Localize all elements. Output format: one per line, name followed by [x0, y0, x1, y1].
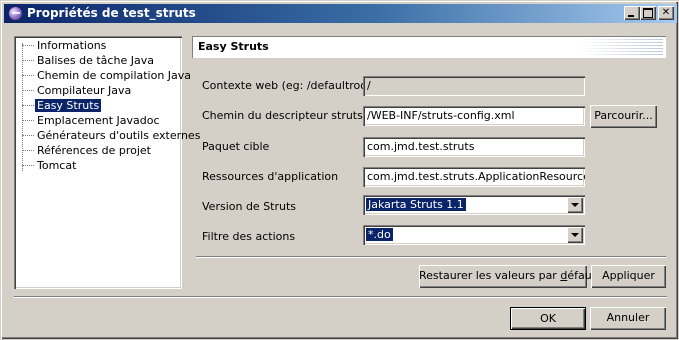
package-input[interactable]: com.jmd.test.struts: [363, 137, 585, 157]
maximize-button[interactable]: [640, 6, 656, 20]
resources-input[interactable]: com.jmd.test.struts.ApplicationResources: [363, 167, 585, 187]
tree-item-label: Tomcat: [37, 159, 77, 172]
tree-item-label: Informations: [37, 39, 107, 52]
minimize-button[interactable]: [624, 6, 640, 20]
package-label: Paquet cible: [202, 140, 270, 153]
tree-item-label: Références de projet: [37, 144, 151, 157]
chevron-down-icon[interactable]: [567, 197, 583, 213]
tree-item-label: Compilateur Java: [37, 84, 132, 97]
descriptor-path-label: Chemin du descripteur struts: [202, 109, 363, 122]
close-button[interactable]: ✕: [658, 6, 674, 20]
tree-item-label: Balises de tâche Java: [37, 54, 154, 67]
descriptor-path-input[interactable]: /WEB-INF/struts-config.xml: [363, 106, 585, 126]
properties-dialog: Propriétés de test_struts ✕ Informations…: [0, 0, 679, 340]
restore-defaults-button[interactable]: Restaurer les valeurs par défaut: [419, 265, 596, 288]
action-filter-value: *.do: [366, 228, 393, 241]
struts-version-value: Jakarta Struts 1.1: [366, 198, 466, 211]
action-filter-select[interactable]: *.do: [363, 225, 585, 245]
context-web-label: Contexte web (eg: /defaultroot): [202, 79, 376, 92]
window-title: Propriétés de test_struts: [27, 6, 196, 20]
chevron-down-icon[interactable]: [567, 227, 583, 243]
struts-version-select[interactable]: Jakarta Struts 1.1: [363, 195, 585, 215]
eclipse-icon: [8, 6, 23, 21]
footer-separator: [14, 296, 667, 298]
cancel-button[interactable]: Annuler: [590, 307, 666, 330]
action-filter-label: Filtre des actions: [202, 230, 296, 243]
tree-connector-line: [22, 43, 23, 171]
apply-button[interactable]: Appliquer: [591, 265, 666, 288]
tree-item-label: Générateurs d'outils externes: [37, 129, 201, 142]
tree-item-label: Emplacement Javadoc: [37, 114, 160, 127]
title-decoration: [579, 39, 663, 55]
resources-label: Ressources d'application: [202, 170, 339, 183]
page-title-bar: Easy Struts: [192, 36, 666, 58]
title-bar[interactable]: Propriétés de test_struts ✕: [4, 4, 677, 23]
browse-button[interactable]: Parcourir...: [590, 105, 657, 128]
property-page-tree[interactable]: Informations Balises de tâche Java Chemi…: [14, 36, 200, 289]
pane-separator: [196, 256, 666, 258]
page-title: Easy Struts: [198, 40, 269, 53]
context-web-field: /: [363, 76, 585, 96]
tree-item-label: Easy Struts: [35, 99, 102, 112]
struts-version-label: Version de Struts: [202, 200, 297, 213]
ok-button[interactable]: OK: [510, 307, 586, 330]
tree-item-label: Chemin de compilation Java: [37, 69, 192, 82]
